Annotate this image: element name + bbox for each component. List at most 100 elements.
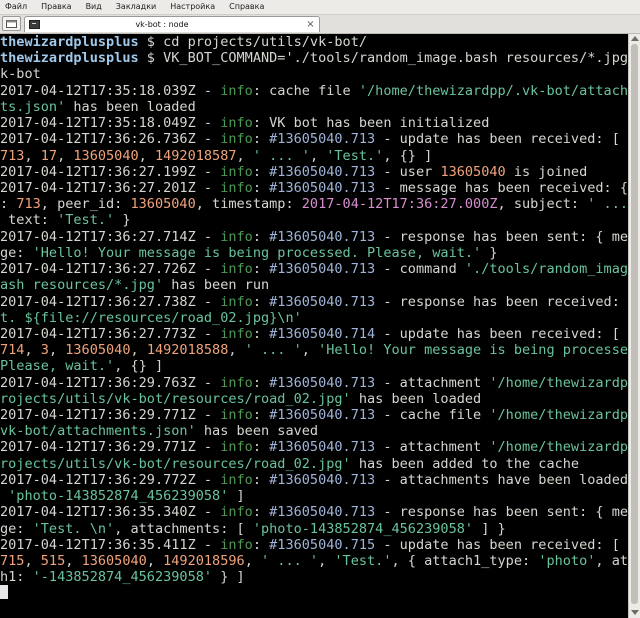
scroll-up-arrow-icon[interactable] (631, 36, 639, 41)
output-text: 2017-04-12T17:36:27.201Z - (0, 179, 221, 196)
terminal-line: vk-bot/attachments.json' has been saved (0, 423, 628, 439)
output-text: 2017-04-12T17:36:35.411Z - (0, 536, 221, 553)
string-literal: Please, wait.' (0, 358, 115, 375)
output-text: , attachments: [ (114, 520, 253, 537)
terminal-line: 2017-04-12T17:36:29.771Z - info: #136050… (0, 407, 628, 423)
scrollbar-thumb[interactable] (631, 44, 638, 604)
output-text: 2017-04-12T17:35:18.039Z - (0, 82, 221, 99)
log-level: info (220, 228, 253, 245)
output-text: 2017-04-12T17:36:27.773Z - (0, 325, 221, 342)
string-literal: 'Hello! Your message is being processed. (318, 342, 628, 359)
string-literal: '/home/thewizardpp/. (489, 407, 628, 424)
output-text: has been run (163, 277, 270, 294)
message-id: #13605040.713 (269, 471, 376, 488)
output-text: , (65, 553, 82, 569)
terminal-line: 2017-04-12T17:36:35.340Z - info: #136050… (0, 504, 628, 520)
terminal-line: Please, wait.', {} ] (0, 358, 628, 374)
number-literal: 714 (0, 342, 25, 359)
new-tab-button[interactable] (2, 16, 21, 31)
output-text: : (252, 374, 270, 391)
message-id: #13605040.713 (269, 374, 376, 391)
string-literal: ' ... ' (244, 342, 302, 359)
log-level: info (220, 82, 253, 99)
output-text: , (24, 553, 41, 569)
string-literal: 'photo-143852874_456239058' (8, 488, 229, 505)
output-text: 2017-04-12T17:36:29.771Z - (0, 439, 221, 456)
number-literal: 1492018588 (146, 342, 229, 359)
output-text: , (318, 553, 335, 569)
output-text: $ cd projects/utils/vk-bot/ (138, 34, 368, 50)
terminal-output[interactable]: thewizardplusplus $ cd projects/utils/vk… (0, 34, 628, 618)
output-text: : (252, 163, 270, 180)
prompt-text: thewizardplusplus (0, 34, 139, 50)
string-literal: ts.json' (0, 98, 66, 115)
terminal-line: 713, 17, 13605040, 1492018587, ' ... ' , … (0, 148, 628, 164)
number-literal: 713 (0, 147, 25, 164)
output-text: h1: (0, 569, 33, 586)
output-text: 2017-04-12T17:35:18.049Z - (0, 115, 221, 132)
number-literal: 13605040 (130, 196, 196, 213)
number-literal: 713 (16, 196, 41, 213)
menu-view[interactable]: Вид (79, 0, 109, 14)
log-level: info (220, 439, 253, 456)
scrollbar[interactable] (628, 34, 640, 618)
terminal-line: rojects/utils/vk-bot/resources/road_02.j… (0, 391, 628, 407)
message-id: #13605040.713 (269, 293, 376, 310)
output-text: 2017-04-12T17:36:29.771Z - (0, 407, 221, 424)
terminal-line: 2017-04-12T17:36:27.199Z - info: #136050… (0, 164, 628, 180)
output-text: ] (228, 488, 245, 505)
message-id: #13605040.713 (269, 261, 376, 278)
tab-title: vk-bot : node (135, 20, 189, 29)
menu-help[interactable]: Справка (222, 0, 271, 14)
output-text: - message has been received: { id (375, 179, 628, 196)
string-literal: ' ... ' (252, 147, 310, 164)
menu-file[interactable]: Файл (0, 0, 34, 14)
tab-vk-bot[interactable]: vk-bot : node × (24, 16, 320, 32)
string-literal: './tools/random_image.b (464, 261, 628, 278)
number-literal: 13605040 (65, 342, 131, 359)
terminal-line: thewizardplusplus $ VK_BOT_COMMAND='./to… (0, 50, 628, 66)
terminal-line: 2017-04-12T17:35:18.039Z - info: cache f… (0, 83, 628, 99)
terminal-line: ts.json' has been loaded (0, 99, 628, 115)
output-text: , peer_id: (40, 196, 131, 213)
output-text: } (481, 244, 498, 261)
terminal-line: 714, 3, 13605040, 1492018588, ' ... ', '… (0, 342, 628, 358)
output-text: : (252, 471, 270, 488)
string-literal: ' ... ' (587, 196, 628, 213)
output-text: - command (375, 261, 465, 278)
menu-bookmarks[interactable]: Закладки (109, 0, 163, 14)
new-tab-icon (6, 20, 17, 28)
terminal-line: 2017-04-12T17:36:29.771Z - info: #136050… (0, 439, 628, 455)
string-literal: 'Test.' (326, 147, 384, 164)
output-text: 2017-04-12T17:36:27.714Z - (0, 228, 221, 245)
log-level: info (220, 293, 253, 310)
scroll-down-arrow-icon[interactable] (631, 610, 639, 615)
number-literal: 1492018596 (163, 553, 245, 569)
prompt-text: thewizardplusplus (0, 50, 139, 67)
output-text: , (130, 342, 147, 359)
log-level: info (220, 471, 253, 488)
menu-settings[interactable]: Настройка (163, 0, 222, 14)
menu-bar: Файл Правка Вид Закладки Настройка Справ… (0, 0, 640, 15)
message-id: #13605040.713 (269, 179, 376, 196)
terminal-line: 2017-04-12T17:36:27.773Z - info: #136050… (0, 326, 628, 342)
terminal-line: ge: 'Hello! Your message is being proces… (0, 245, 628, 261)
number-literal: 13605040 (440, 163, 506, 180)
output-text: , (48, 342, 66, 359)
menu-edit[interactable]: Правка (34, 0, 78, 14)
number-literal: 715 (0, 553, 25, 569)
close-icon[interactable]: × (305, 19, 316, 30)
output-text: , (24, 342, 41, 359)
output-text: : (252, 293, 270, 310)
log-level: info (220, 131, 253, 148)
message-id: #13605040.713 (269, 228, 376, 245)
output-text: , timestamp: (195, 196, 302, 213)
output-text: , (236, 147, 253, 164)
log-level: info (220, 325, 253, 342)
message-id: #13605040.713 (269, 131, 376, 148)
output-text: is joined (505, 163, 588, 180)
string-literal: vk-bot/attachments.json' (0, 423, 196, 440)
output-text: : (252, 228, 270, 245)
output-text: - attachment (375, 374, 490, 391)
terminal-line: ge: 'Test. \n', attachments: [ 'photo-14… (0, 521, 628, 537)
